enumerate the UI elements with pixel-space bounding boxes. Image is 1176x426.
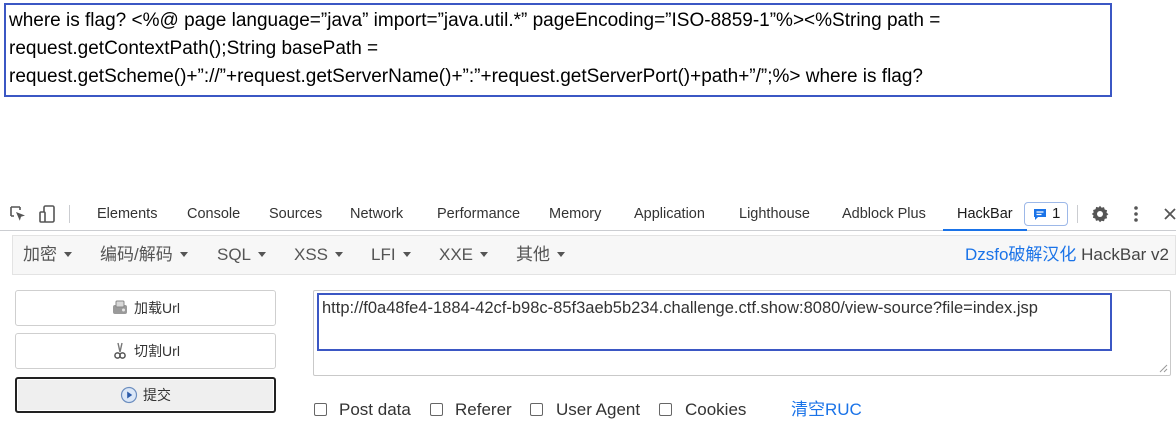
tab-network[interactable]: Network bbox=[350, 198, 403, 230]
caret-down-icon bbox=[402, 252, 411, 257]
scissors-icon bbox=[114, 342, 126, 359]
tab-adblock-plus[interactable]: Adblock Plus bbox=[842, 198, 926, 230]
menu-label: LFI bbox=[371, 245, 396, 264]
more-vertical-icon[interactable] bbox=[1126, 204, 1146, 224]
post-data-label: Post data bbox=[339, 400, 411, 419]
tab-lighthouse[interactable]: Lighthouse bbox=[739, 198, 810, 230]
submit-button[interactable]: 提交 bbox=[15, 377, 276, 413]
cookies-checkbox[interactable] bbox=[659, 403, 672, 416]
menu-lfi[interactable]: LFI bbox=[371, 236, 411, 274]
brand-suffix: HackBar v2 bbox=[1076, 245, 1169, 264]
menu-other[interactable]: 其他 bbox=[516, 236, 565, 274]
user-agent-checkbox[interactable] bbox=[530, 403, 543, 416]
tab-console[interactable]: Console bbox=[187, 198, 240, 230]
user-agent-label: User Agent bbox=[556, 400, 641, 419]
page-body-text: where is flag? <%@ page language=”java” … bbox=[4, 3, 1112, 97]
caret-down-icon bbox=[480, 252, 489, 257]
tab-sources[interactable]: Sources bbox=[269, 198, 322, 230]
menu-encode-decode[interactable]: 编码/解码 bbox=[100, 236, 188, 274]
caret-down-icon bbox=[258, 252, 267, 257]
message-icon bbox=[1034, 209, 1046, 220]
caret-down-icon bbox=[179, 252, 188, 257]
load-icon bbox=[113, 300, 128, 314]
tab-hackbar[interactable]: HackBar bbox=[943, 198, 1027, 231]
caret-down-icon bbox=[335, 252, 344, 257]
device-toolbar-icon[interactable] bbox=[38, 204, 58, 224]
referer-label: Referer bbox=[455, 400, 512, 419]
inspect-element-icon[interactable] bbox=[8, 204, 28, 224]
referer-checkbox[interactable] bbox=[430, 403, 443, 416]
menu-label: 其他 bbox=[516, 245, 550, 264]
menu-encrypt[interactable]: 加密 bbox=[23, 236, 72, 274]
tab-performance[interactable]: Performance bbox=[437, 198, 520, 230]
play-icon bbox=[120, 386, 138, 404]
menu-sql[interactable]: SQL bbox=[217, 236, 267, 274]
tab-elements[interactable]: Elements bbox=[97, 198, 157, 230]
load-url-label: 加载Url bbox=[134, 300, 180, 316]
url-highlight-box bbox=[317, 293, 1112, 351]
menu-label: 加密 bbox=[23, 245, 57, 264]
menu-xxe[interactable]: XXE bbox=[439, 236, 489, 274]
resize-grip-icon[interactable] bbox=[1158, 363, 1168, 373]
toolbar-divider bbox=[1077, 205, 1078, 223]
split-url-button[interactable]: 切割Url bbox=[15, 333, 276, 369]
load-url-button[interactable]: 加载Url bbox=[15, 290, 276, 326]
hackbar-brand: Dzsfo破解汉化 HackBar v2 bbox=[965, 236, 1169, 274]
menu-label: 编码/解码 bbox=[100, 245, 173, 264]
caret-down-icon bbox=[64, 252, 72, 257]
submit-label: 提交 bbox=[143, 387, 171, 403]
issues-count: 1 bbox=[1052, 205, 1061, 222]
menu-label: XSS bbox=[294, 245, 329, 264]
tab-application[interactable]: Application bbox=[634, 198, 705, 230]
post-data-checkbox[interactable] bbox=[314, 403, 327, 416]
devtools-panel: Elements Console Sources Network Perform… bbox=[0, 198, 1176, 426]
cookies-label: Cookies bbox=[685, 400, 747, 419]
caret-down-icon bbox=[557, 252, 565, 257]
clear-all-link[interactable]: 清空RUC bbox=[791, 399, 862, 421]
split-url-label: 切割Url bbox=[134, 343, 180, 359]
menu-label: SQL bbox=[217, 245, 252, 264]
tab-memory[interactable]: Memory bbox=[549, 198, 601, 230]
menu-label: XXE bbox=[439, 245, 474, 264]
devtools-tab-bar: Elements Console Sources Network Perform… bbox=[0, 198, 1176, 231]
brand-link[interactable]: Dzsfo破解汉化 bbox=[965, 245, 1076, 264]
menu-xss[interactable]: XSS bbox=[294, 236, 344, 274]
close-icon[interactable] bbox=[1160, 204, 1176, 224]
gear-icon[interactable] bbox=[1090, 204, 1110, 224]
toolbar-divider bbox=[69, 205, 70, 223]
hackbar-menu-bar: 加密 编码/解码 SQL XSS LFI XXE 其他 Dzsfo破解汉化 Ha… bbox=[12, 235, 1176, 275]
issues-badge[interactable]: 1 bbox=[1024, 202, 1068, 226]
